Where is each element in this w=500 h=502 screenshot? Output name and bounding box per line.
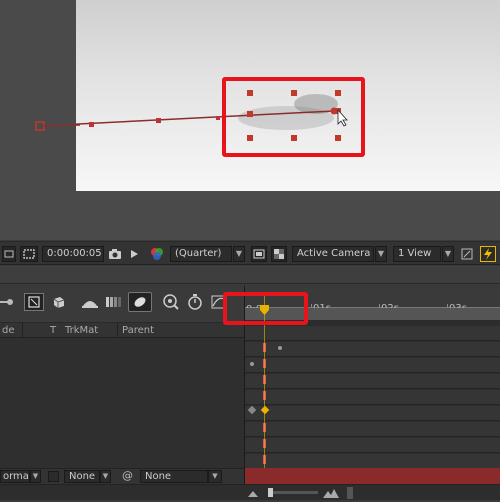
parent-chevron-down-icon[interactable]: ▼ [208,470,222,483]
layer-duration-bar[interactable] [245,468,500,484]
auto-keyframe-timer-icon[interactable] [186,293,204,311]
timeline-status-bar [0,484,500,500]
toggle-view-icon[interactable] [2,246,16,262]
trkmat-dropdown[interactable]: None [64,470,100,483]
frame-blending-icon[interactable] [104,294,124,310]
panel-divider [0,266,500,284]
parent-pick-whip-icon[interactable]: @ [122,470,136,483]
live-update-icon[interactable] [0,295,14,309]
mode-column-header[interactable]: de [2,325,15,336]
t-column-header[interactable]: T [50,325,56,336]
composition-viewer[interactable] [0,0,500,240]
column-divider [117,323,118,339]
layer-switches-bar: orma ▼ None ▼ @ None ▼ [0,468,244,484]
comp-flowchart-icon[interactable] [50,294,68,310]
parent-column-header[interactable]: Parent [122,325,154,336]
draft-3d-icon[interactable] [24,293,44,311]
layer-column-header: de T TrkMat Parent [0,322,244,339]
blend-mode-chevron-down-icon[interactable]: ▼ [30,470,41,483]
layer-list[interactable] [0,338,244,468]
trkmat-column-header[interactable]: TrkMat [65,325,98,336]
zoom-out-mountain-icon[interactable] [248,488,258,498]
motion-path-keyframe[interactable] [156,118,161,123]
blend-mode-dropdown[interactable]: orma [0,470,30,483]
parent-dropdown[interactable]: None [140,470,208,483]
timeline-track-row[interactable] [245,422,500,437]
motion-path-overlay-left [35,121,80,131]
resolution-chevron-down-icon[interactable]: ▼ [233,246,245,262]
camera-view-dropdown[interactable]: Active Camera [292,246,374,262]
show-snapshot-icon[interactable] [128,247,140,261]
scroll-handle[interactable] [347,487,353,499]
timeline-track-row[interactable] [245,358,500,373]
timeline-track-row[interactable] [245,406,500,421]
resolution-dropdown[interactable]: (Quarter) [170,246,232,262]
motion-path-keyframe[interactable] [216,116,220,120]
zoom-slider-track[interactable] [268,491,318,494]
zoom-slider-handle[interactable] [268,488,273,497]
zoom-in-mountain-icon[interactable] [323,487,339,499]
snapshot-camera-icon[interactable] [108,247,122,261]
toggle-pixel-aspect-icon[interactable] [460,247,474,261]
view-layout-chevron-down-icon[interactable]: ▼ [442,246,454,262]
timeline-track-row[interactable] [245,438,500,453]
color-channels-icon[interactable] [148,246,166,262]
column-divider [22,323,23,339]
keyframe-dot[interactable] [278,346,282,350]
viewer-toolbar: 0:00:00:05 (Quarter) ▼ Active Camera ▼ 1… [0,241,500,265]
timeline-graph[interactable]: 0:00 01s 02s 03s [223,286,500,484]
highlight-current-time-box [223,292,308,325]
brainstorm-icon[interactable] [162,293,180,311]
current-time-display[interactable]: 0:00:00:05 [42,246,104,262]
timeline-track-row[interactable] [245,390,500,405]
preserve-transparency-checkbox[interactable] [48,471,59,482]
fast-draft-lightning-icon[interactable] [480,246,496,262]
region-of-interest-icon[interactable] [20,246,38,262]
timeline-track-row[interactable] [245,326,500,341]
motion-path-line [43,124,80,127]
motion-path-keyframe[interactable] [89,122,94,127]
highlight-layer-box [222,77,365,157]
motion-path-start-keyframe[interactable] [35,121,45,131]
fast-previews-icon[interactable] [251,246,267,262]
trkmat-chevron-down-icon[interactable]: ▼ [100,470,111,483]
timeline-track-row[interactable] [245,374,500,389]
camera-chevron-down-icon[interactable]: ▼ [375,246,387,262]
view-layout-dropdown[interactable]: 1 View [393,246,441,262]
timeline-track-row[interactable] [245,342,500,357]
timeline-track-row[interactable] [245,454,500,469]
keyframe-dot[interactable] [250,362,254,366]
motion-blur-icon[interactable] [128,292,152,312]
hide-shy-layers-icon[interactable] [80,294,100,310]
transparency-grid-icon[interactable] [271,246,287,262]
